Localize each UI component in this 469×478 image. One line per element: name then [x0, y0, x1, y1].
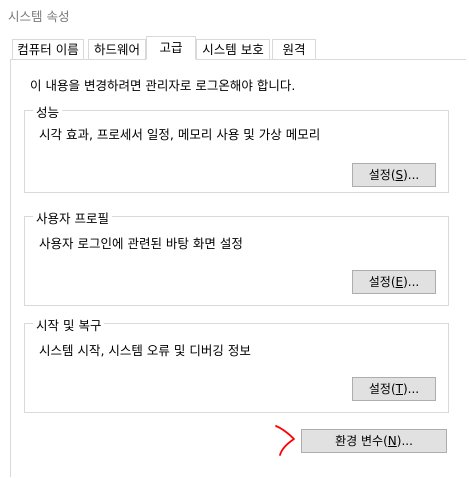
button-label: 환경 변수( [335, 434, 388, 448]
button-label-suffix: )... [396, 434, 413, 448]
tab-advanced[interactable]: 고급 [146, 36, 196, 60]
mnemonic-key: T [395, 382, 403, 396]
tab-label: 시스템 보호 [202, 42, 264, 57]
environment-variables-button[interactable]: 환경 변수(N)... [301, 429, 447, 453]
tab-label: 원격 [282, 42, 306, 57]
tab-remote[interactable]: 원격 [272, 39, 316, 59]
performance-settings-button[interactable]: 설정(S)... [352, 163, 436, 187]
button-label-suffix: )... [403, 168, 420, 182]
user-profiles-group: 사용자 프로필 사용자 로그인에 관련된 바탕 화면 설정 설정(E)... [24, 208, 449, 306]
tab-label: 하드웨어 [93, 42, 140, 57]
startup-recovery-settings-button[interactable]: 설정(T)... [352, 377, 436, 401]
tab-label: 컴퓨터 이름 [17, 42, 79, 57]
user-profiles-settings-button[interactable]: 설정(E)... [352, 270, 436, 294]
group-title: 사용자 프로필 [33, 208, 112, 227]
tab-hardware[interactable]: 하드웨어 [88, 39, 146, 59]
button-label: 설정( [368, 382, 396, 396]
tab-computer-name[interactable]: 컴퓨터 이름 [12, 39, 84, 59]
group-title: 성능 [33, 102, 63, 121]
window-title: 시스템 속성 [8, 9, 70, 24]
red-annotation-mark [275, 425, 295, 456]
mnemonic-key: S [395, 168, 404, 182]
group-title: 시작 및 복구 [33, 315, 105, 334]
performance-group: 성능 시각 효과, 프로세서 일정, 메모리 사용 및 가상 메모리 설정(S)… [24, 102, 449, 193]
group-description: 시스템 시작, 시스템 오류 및 디버깅 정보 [39, 343, 251, 358]
group-description: 사용자 로그인에 관련된 바탕 화면 설정 [39, 236, 243, 251]
button-label-suffix: )... [402, 382, 420, 396]
mnemonic-key: N [387, 434, 397, 448]
startup-recovery-group: 시작 및 복구 시스템 시작, 시스템 오류 및 디버깅 정보 설정(T)... [24, 315, 449, 413]
button-label-suffix: )... [403, 275, 420, 289]
mnemonic-key: E [395, 275, 404, 289]
tab-system-protection[interactable]: 시스템 보호 [196, 39, 270, 59]
admin-notice: 이 내용을 변경하려면 관리자로 로그온해야 합니다. [30, 78, 296, 93]
group-description: 시각 효과, 프로세서 일정, 메모리 사용 및 가상 메모리 [39, 127, 321, 142]
tab-label: 고급 [159, 40, 183, 55]
button-label: 설정( [368, 275, 396, 289]
button-label: 설정( [368, 168, 396, 182]
title-bar[interactable]: 시스템 속성 [0, 0, 469, 32]
